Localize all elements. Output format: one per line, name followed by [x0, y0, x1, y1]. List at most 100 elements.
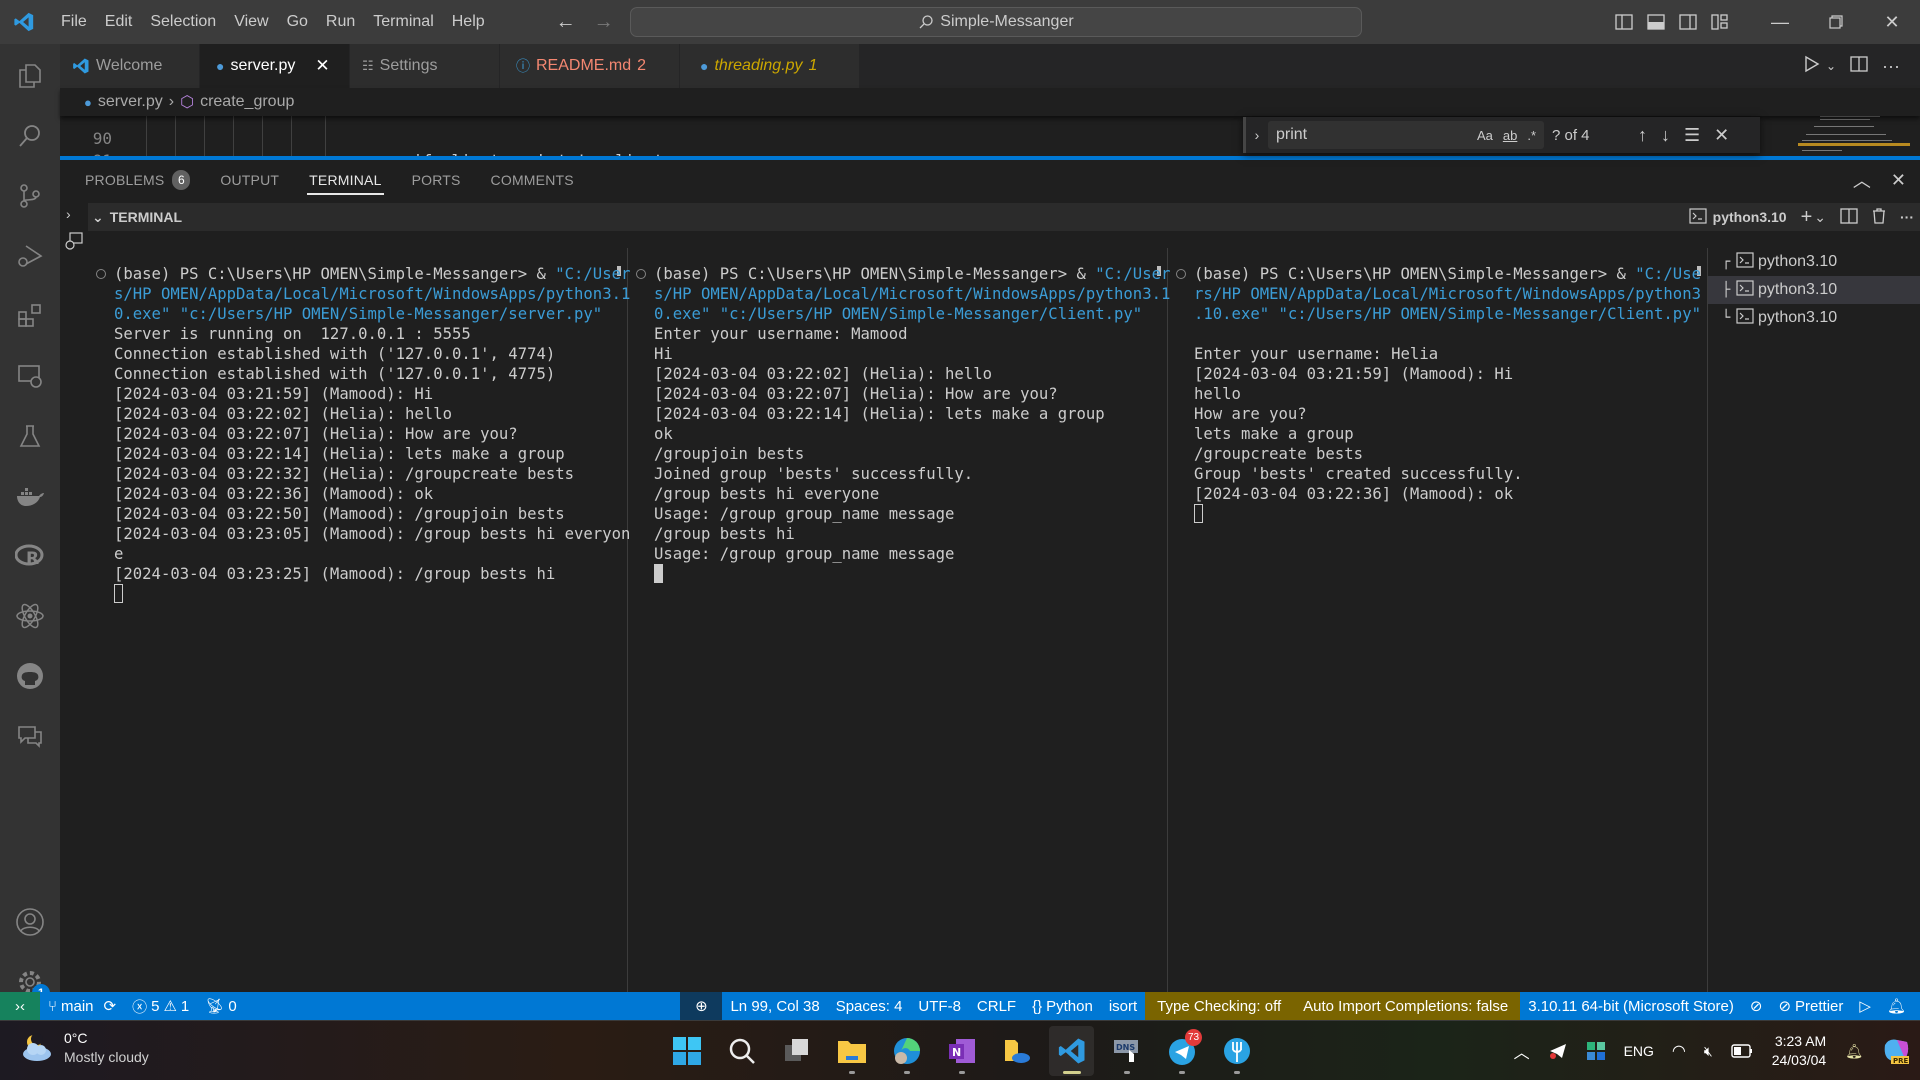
explorer-icon[interactable] — [0, 48, 60, 104]
kill-terminal-trash-icon[interactable] — [1872, 207, 1886, 227]
run-icon[interactable]: ▷ — [1851, 992, 1879, 1020]
terminal-profiles-chevron-icon[interactable]: ⌄ — [1814, 209, 1826, 226]
minimize-button[interactable]: — — [1752, 0, 1808, 44]
type-checking-status[interactable]: Type Checking: off Auto Import Completio… — [1145, 992, 1521, 1020]
taskbar-search-icon[interactable] — [719, 1026, 764, 1076]
find-in-selection-icon[interactable]: ☰ — [1684, 125, 1700, 146]
close-find-icon[interactable]: ✕ — [1714, 125, 1729, 146]
run-debug-icon[interactable] — [0, 228, 60, 284]
menu-run[interactable]: Run — [317, 0, 364, 44]
testing-flask-icon[interactable] — [0, 408, 60, 464]
active-terminal-name[interactable]: python3.10 — [1713, 209, 1787, 225]
terminal-more-actions-icon[interactable]: ··· — [1900, 209, 1914, 225]
match-case-toggle[interactable]: Aa — [1477, 128, 1493, 143]
docker-icon[interactable] — [0, 468, 60, 524]
show-hidden-icons-chevron-icon[interactable]: ︿ — [1505, 1039, 1539, 1063]
widget-tray-icon[interactable] — [1577, 1041, 1615, 1061]
close-window-button[interactable]: ✕ — [1864, 0, 1920, 44]
minimap[interactable] — [1790, 112, 1910, 156]
tab-ports[interactable]: PORTS — [412, 160, 461, 200]
command-center-search[interactable]: Simple-Messanger — [630, 7, 1362, 37]
remote-explorer-icon[interactable] — [0, 348, 60, 404]
toggle-replace-chevron-icon[interactable]: › — [1246, 127, 1268, 143]
match-whole-word-toggle[interactable]: ab — [1503, 128, 1517, 143]
toggle-panel-icon[interactable] — [1640, 0, 1672, 44]
file-encoding[interactable]: UTF-8 — [910, 992, 969, 1020]
terminal-pane-client-mamood[interactable]: (base) PS C:\Users\HP OMEN\Simple-Messan… — [628, 248, 1170, 992]
breadcrumb-file[interactable]: server.py — [98, 93, 163, 111]
terminal-list-item[interactable]: └ python3.10 — [1708, 304, 1920, 332]
copilot-disabled-icon[interactable]: ⊘ — [1742, 992, 1771, 1020]
copilot-preview-icon[interactable]: PRE — [1872, 1037, 1920, 1065]
new-terminal-plus-icon[interactable]: + — [1801, 206, 1813, 229]
indentation[interactable]: Spaces: 4 — [828, 992, 911, 1020]
clock[interactable]: 3:23 AM 24/03/04 — [1762, 1032, 1837, 1070]
restore-button[interactable] — [1808, 0, 1864, 44]
start-windows-icon[interactable] — [664, 1026, 709, 1076]
task-view-icon[interactable] — [774, 1026, 819, 1076]
weather-widget[interactable]: 0°C Mostly cloudy — [20, 1029, 149, 1067]
vscode-taskbar-icon[interactable] — [1049, 1026, 1094, 1076]
telegram-tray-icon[interactable] — [1539, 1042, 1577, 1060]
language-mode[interactable]: {} Python — [1024, 992, 1101, 1020]
breadcrumb-symbol[interactable]: create_group — [200, 93, 294, 111]
prettier-status[interactable]: ⊘ Prettier — [1770, 992, 1851, 1020]
terminal-list-item[interactable]: ├ python3.10 — [1708, 276, 1920, 304]
menu-go[interactable]: Go — [278, 0, 317, 44]
use-regex-toggle[interactable]: .* — [1527, 128, 1536, 143]
terminal-list-item[interactable]: ┌ python3.10 — [1708, 248, 1920, 276]
tab-readme[interactable]: ⓘ README.md 2 — [500, 44, 680, 88]
next-match-arrow-icon[interactable]: ↓ — [1661, 125, 1670, 146]
accounts-icon[interactable] — [0, 894, 60, 950]
find-input[interactable]: print Aa ab .* — [1268, 121, 1544, 149]
menu-edit[interactable]: Edit — [96, 0, 142, 44]
onedrive-folder-icon[interactable] — [994, 1026, 1039, 1076]
close-panel-icon[interactable]: ✕ — [1891, 170, 1906, 191]
maximize-panel-chevron-icon[interactable]: ︿ — [1853, 167, 1871, 193]
run-python-file-icon[interactable] — [1804, 55, 1820, 78]
battery-icon[interactable] — [1722, 1044, 1762, 1058]
menu-selection[interactable]: Selection — [141, 0, 225, 44]
tab-terminal[interactable]: TERMINAL — [307, 160, 384, 200]
volume-muted-icon[interactable]: 🔇︎ — [1695, 1043, 1722, 1060]
wifi-icon[interactable]: ◠ — [1663, 1041, 1695, 1061]
python-interpreter[interactable]: 3.10.11 64-bit (Microsoft Store) — [1520, 992, 1742, 1020]
toggle-primary-sidebar-icon[interactable] — [1608, 0, 1640, 44]
forward-arrow-icon[interactable]: → — [594, 11, 614, 34]
notifications-bell-icon[interactable]: 🔔︎ — [1879, 992, 1914, 1020]
search-icon[interactable] — [0, 108, 60, 164]
tab-problems[interactable]: PROBLEMS 6 — [85, 160, 191, 200]
tab-output[interactable]: OUTPUT — [220, 160, 279, 200]
extensions-icon[interactable] — [0, 288, 60, 344]
dns-jumper-icon[interactable]: DNS — [1104, 1026, 1149, 1076]
notification-bell-icon[interactable]: 🔔︎ — [1836, 1043, 1872, 1060]
menu-view[interactable]: View — [225, 0, 277, 44]
file-explorer-icon[interactable] — [829, 1026, 874, 1076]
isort-status[interactable]: isort — [1101, 992, 1145, 1020]
close-tab-icon[interactable]: ✕ — [315, 56, 329, 76]
git-branch[interactable]: ⑂ main ⟳ — [40, 992, 124, 1020]
split-terminal-icon[interactable] — [1840, 207, 1858, 227]
terminal-pane-client-helia[interactable]: (base) PS C:\Users\HP OMEN\Simple-Messan… — [1168, 248, 1708, 992]
input-language[interactable]: ENG — [1615, 1043, 1663, 1059]
telegram-icon[interactable]: 73 — [1159, 1026, 1204, 1076]
terminal-section-header[interactable]: ⌄ TERMINAL python3.10 + ⌄ ··· — [88, 203, 1920, 231]
fork-app-icon[interactable] — [1214, 1026, 1259, 1076]
back-arrow-icon[interactable]: ← — [556, 11, 576, 34]
toggle-secondary-sidebar-icon[interactable] — [1672, 0, 1704, 44]
edge-browser-icon[interactable] — [884, 1026, 929, 1076]
previous-match-arrow-icon[interactable]: ↑ — [1638, 125, 1647, 146]
run-dropdown-chevron-icon[interactable]: ⌄ — [1826, 59, 1836, 73]
menu-help[interactable]: Help — [443, 0, 494, 44]
customize-layout-icon[interactable] — [1704, 0, 1736, 44]
tab-server-py[interactable]: ● server.py ✕ — [200, 44, 350, 88]
tab-settings[interactable]: ☷ Settings — [350, 44, 500, 88]
cursor-position[interactable]: Ln 99, Col 38 — [722, 992, 827, 1020]
tab-threading-py[interactable]: ● threading.py 1 — [680, 44, 860, 88]
react-atom-icon[interactable] — [0, 588, 60, 644]
expand-sidebar-chevron-icon[interactable]: › — [66, 206, 71, 222]
remote-indicator-icon[interactable]: ›‹ — [0, 992, 40, 1020]
zoom-icon[interactable]: ⊕ — [680, 992, 723, 1020]
split-editor-icon[interactable] — [1850, 55, 1868, 77]
menu-terminal[interactable]: Terminal — [364, 0, 442, 44]
